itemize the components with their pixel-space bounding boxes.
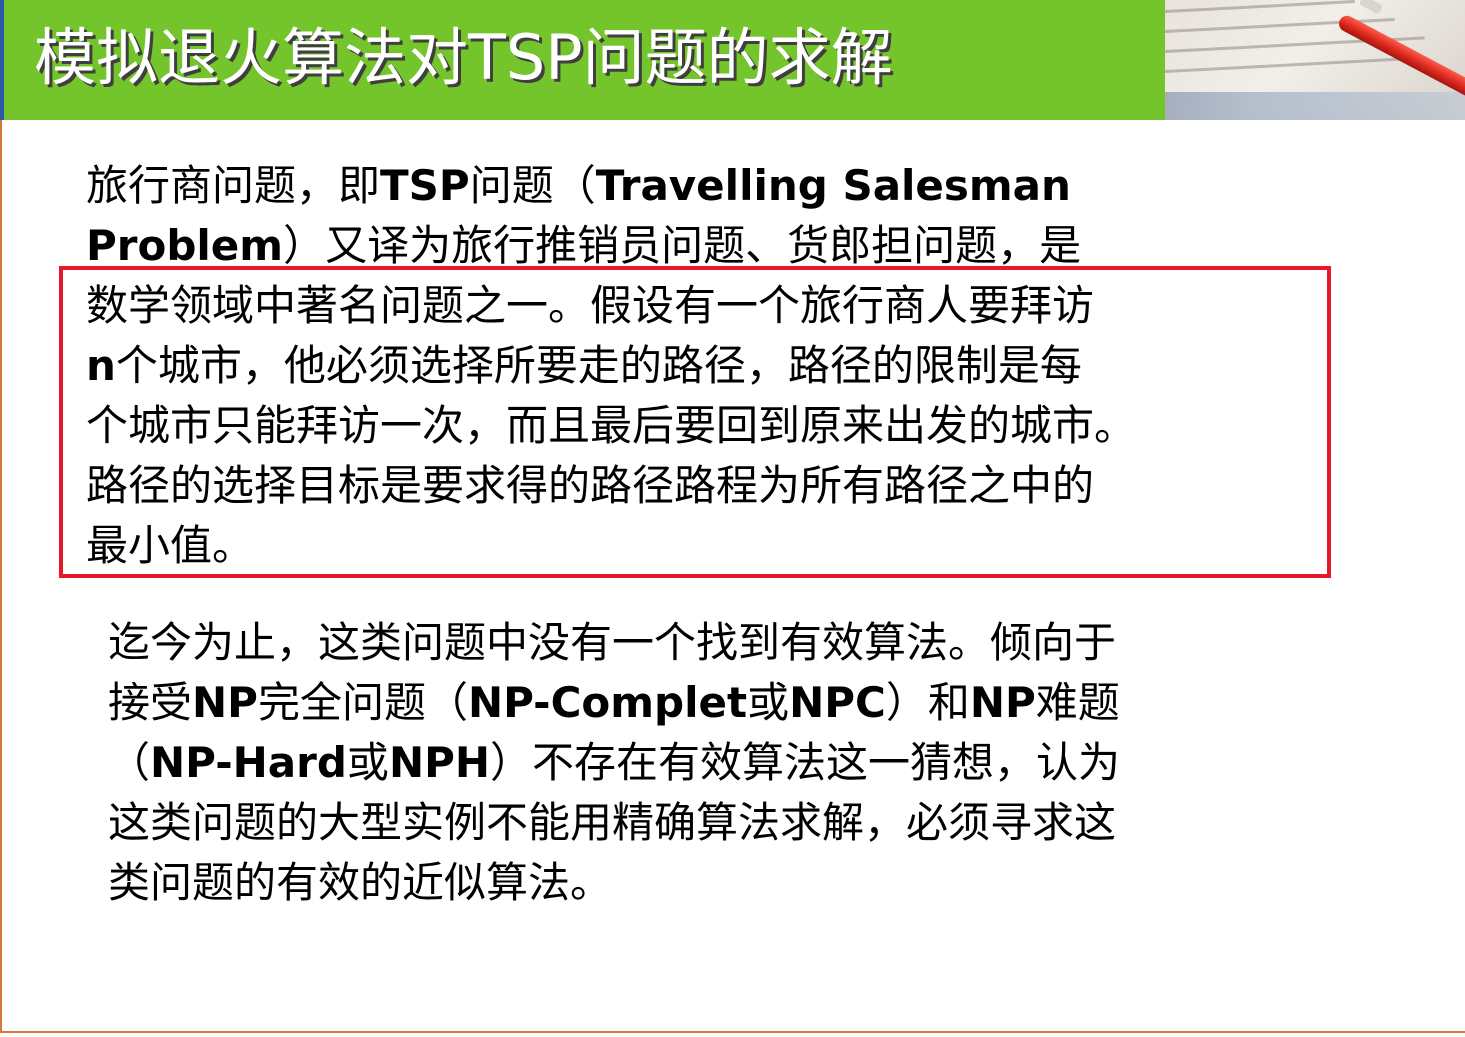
bold-term: NP-Hard [150,738,347,787]
text-run: 类问题的有效的近似算法。 [108,858,613,907]
text-line: n个城市，他必须选择所要走的路径，路径的限制是每 [86,336,1346,396]
text-line: Problem）又译为旅行推销员问题、货郎担问题，是 [86,216,1346,276]
text-run: 迄今为止，这类问题中没有一个找到有效算法。倾向于 [108,618,1117,667]
text-line: 这类问题的大型实例不能用精确算法求解，必须寻求这 [108,793,1358,853]
text-run: 完全问题（ [257,678,468,727]
text-run: 路径的选择目标是要求得的路径路程为所有路径之中的 [86,461,1095,510]
text-line: 路径的选择目标是要求得的路径路程为所有路径之中的 [86,456,1346,516]
bold-term: NPH [388,738,491,787]
text-line: （NP-Hard或NPH）不存在有效算法这一猜想，认为 [108,733,1358,793]
text-line: 旅行商问题，即TSP问题（Travelling Salesman [86,156,1346,216]
text-run: ）不存在有效算法这一猜想，认为 [490,738,1121,787]
text-run: 或 [346,738,389,787]
text-run: ）和 [885,678,970,727]
text-line: 迄今为止，这类问题中没有一个找到有效算法。倾向于 [108,613,1358,673]
text-line: 类问题的有效的近似算法。 [108,853,1358,913]
text-run: 这类问题的大型实例不能用精确算法求解，必须寻求这 [108,798,1117,847]
bold-term: NPC [789,678,886,727]
text-run: ）又译为旅行推销员问题、货郎担问题，是 [283,221,1082,270]
text-run: 数学领域中著名问题之一。假设有一个旅行商人要拜访 [86,281,1095,330]
text-run: 问题（ [469,161,596,210]
text-run: 个城市，他必须选择所要走的路径，路径的限制是每 [115,341,1082,390]
bold-term: Travelling Salesman [595,161,1071,210]
text-line: 最小值。 [86,516,1346,576]
text-line: 接受NP完全问题（NP-Complet或NPC）和NP难题 [108,673,1358,733]
text-run: 个城市只能拜访一次，而且最后要回到原来出发的城市。 [86,401,1137,450]
bold-term: TSP [380,161,470,210]
text-run: 最小值。 [86,521,255,570]
bold-term: NP [192,678,258,727]
text-run: 接受 [108,678,193,727]
text-line: 个城市只能拜访一次，而且最后要回到原来出发的城市。 [86,396,1346,456]
bold-term: NP-Complet [467,678,748,727]
header-photo-paper-and-pen-icon [1165,0,1465,120]
text-line: 数学领域中著名问题之一。假设有一个旅行商人要拜访 [86,276,1346,336]
text-run: 旅行商问题，即 [86,161,381,210]
tsp-definition-paragraph: 旅行商问题，即TSP问题（Travelling Salesman Problem）… [86,156,1346,576]
bold-term: n [86,341,116,390]
bold-term: Problem [86,221,284,270]
text-run: 难题 [1035,678,1120,727]
slide: 模拟退火算法对TSP问题的求解 旅行商问题，即TSP问题（Travelling … [0,0,1465,1037]
bold-term: NP [969,678,1036,727]
header-accent-stripe [0,0,4,120]
text-run: （ [108,738,151,787]
text-run: 或 [747,678,790,727]
slide-title: 模拟退火算法对TSP问题的求解 [34,21,893,94]
frame-left-line [0,120,2,1032]
np-complexity-paragraph: 迄今为止，这类问题中没有一个找到有效算法。倾向于 接受NP完全问题（NP-Comp… [108,613,1358,913]
frame-bottom-line [0,1031,1465,1033]
